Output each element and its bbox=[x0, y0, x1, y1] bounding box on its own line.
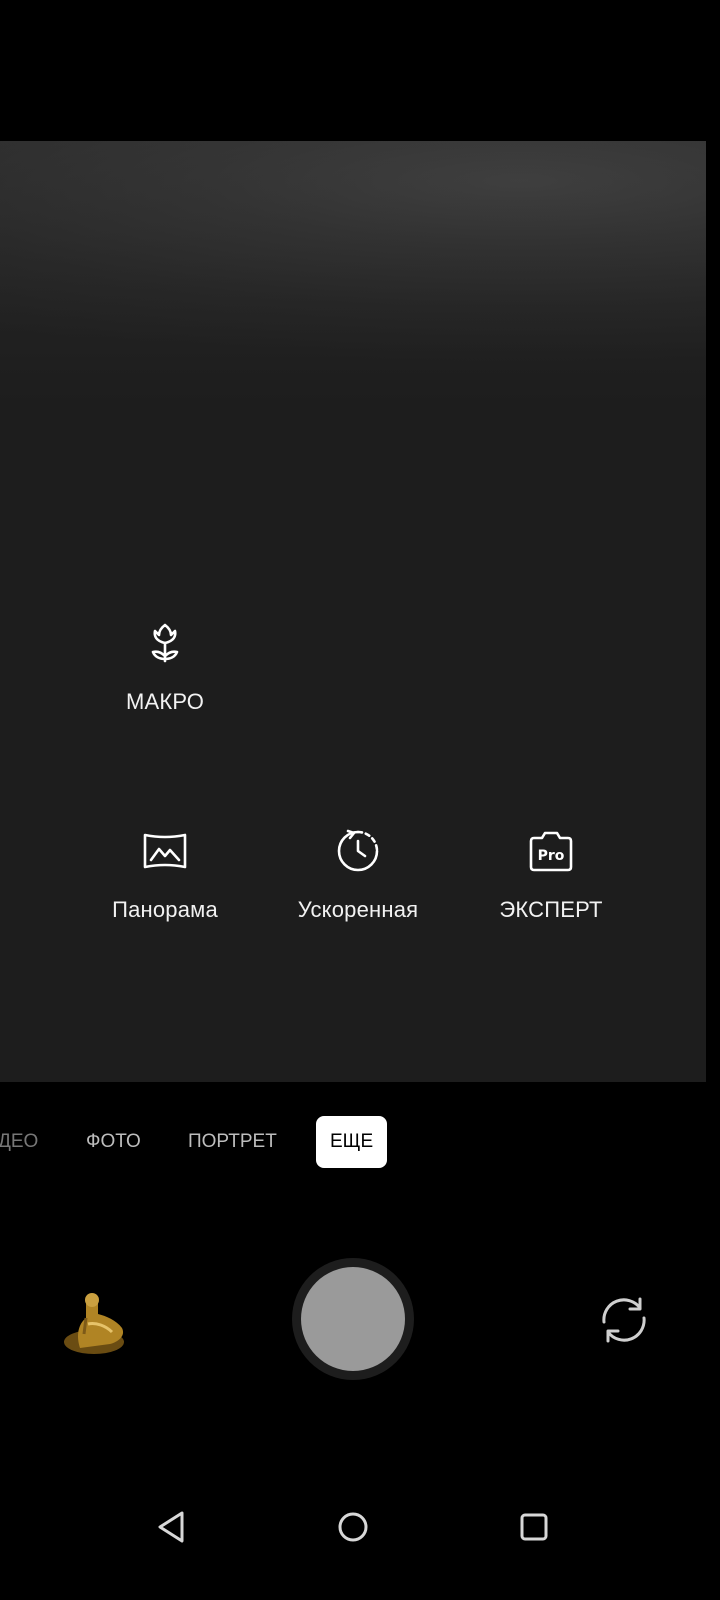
gallery-thumbnail[interactable] bbox=[58, 1284, 130, 1356]
mode-panorama-label: Панорама bbox=[112, 897, 218, 922]
pro-camera-icon: Pro bbox=[529, 831, 573, 872]
back-icon[interactable] bbox=[150, 1505, 194, 1549]
panorama-icon bbox=[143, 833, 187, 869]
mode-pro[interactable]: Pro ЭКСПЕРТ bbox=[461, 827, 641, 923]
tab-portrait[interactable]: ПОРТРЕТ bbox=[188, 1116, 277, 1168]
tab-video[interactable]: ДЕО bbox=[0, 1116, 38, 1168]
recents-icon[interactable] bbox=[512, 1505, 556, 1549]
switch-camera-icon[interactable] bbox=[596, 1292, 652, 1348]
camera-viewfinder[interactable]: МАКРО Панорама Ускоренная Pro ЭКСПЕРТ bbox=[0, 141, 706, 1082]
mode-macro[interactable]: МАКРО bbox=[75, 619, 255, 715]
svg-text:Pro: Pro bbox=[538, 848, 565, 864]
tab-more[interactable]: ЕЩЕ bbox=[316, 1116, 388, 1168]
tab-photo[interactable]: ФОТО bbox=[86, 1116, 141, 1168]
mode-timelapse[interactable]: Ускоренная bbox=[268, 827, 448, 923]
shutter-ring[interactable] bbox=[292, 1258, 414, 1380]
timelapse-icon bbox=[337, 829, 379, 872]
home-icon[interactable] bbox=[331, 1505, 375, 1549]
mode-panorama[interactable]: Панорама bbox=[75, 827, 255, 923]
macro-flower-icon bbox=[151, 623, 179, 663]
mode-pro-label: ЭКСПЕРТ bbox=[499, 897, 603, 922]
shutter-button[interactable] bbox=[301, 1267, 405, 1371]
mode-timelapse-label: Ускоренная bbox=[297, 897, 419, 922]
mode-macro-label: МАКРО bbox=[125, 689, 205, 714]
status-area bbox=[0, 0, 706, 141]
mode-selector[interactable]: ДЕО ФОТО ПОРТРЕТ ЕЩЕ bbox=[0, 1116, 706, 1168]
